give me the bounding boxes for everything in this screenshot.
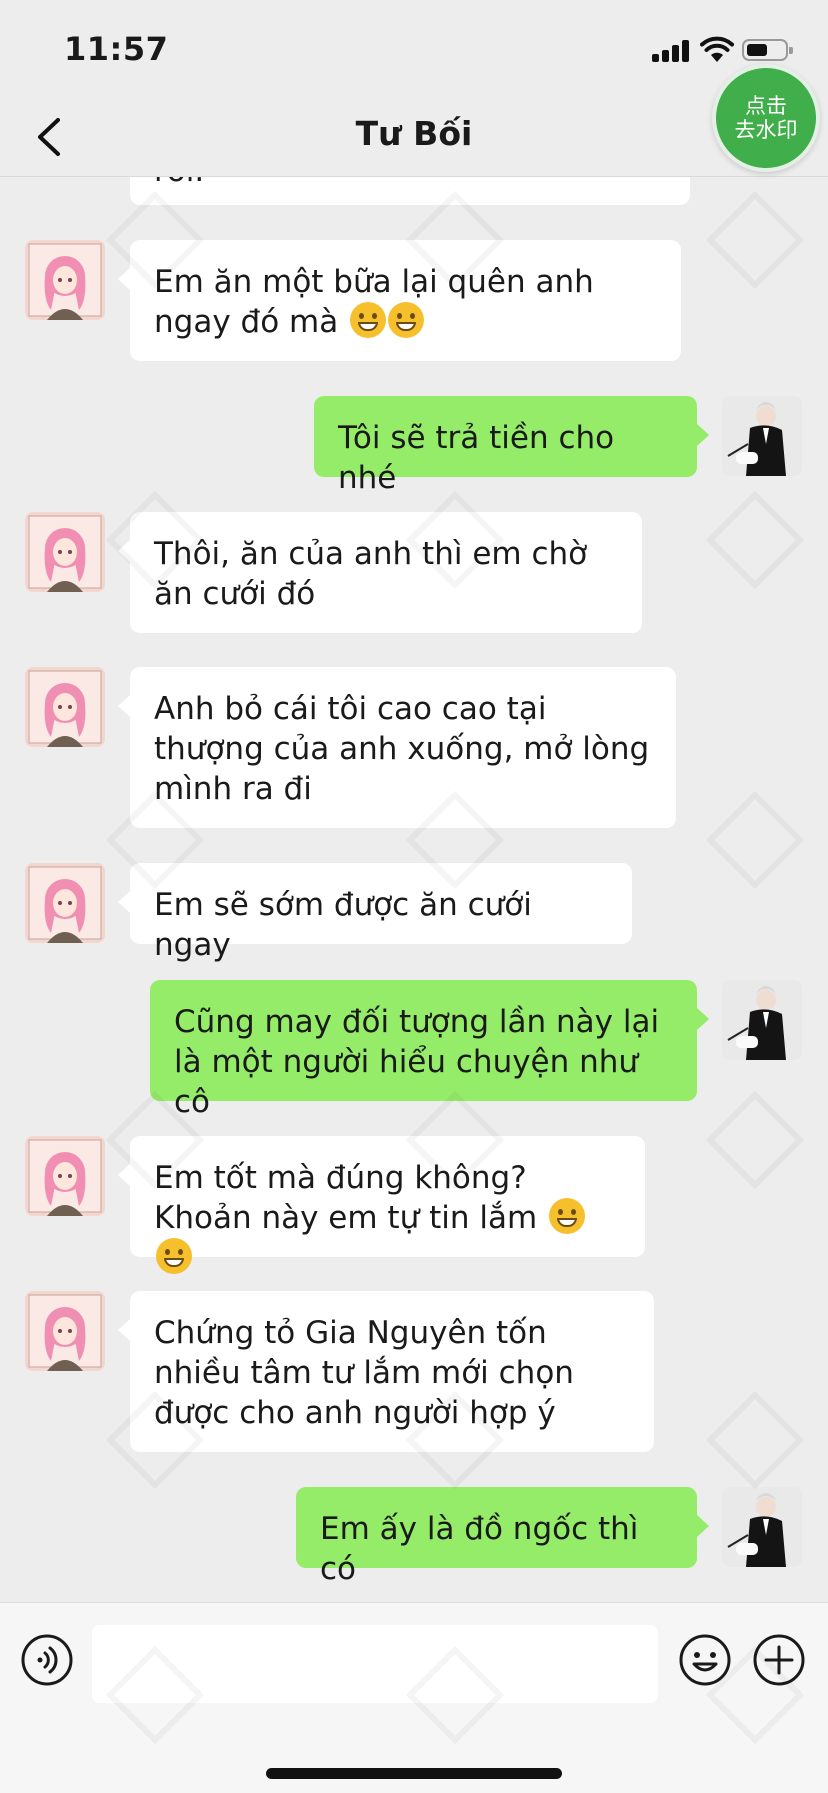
message-list[interactable]: rồi. Em ăn một bữa lại quên anh ngay đó …: [0, 177, 828, 1602]
user-avatar[interactable]: [722, 1487, 802, 1567]
voice-icon[interactable]: [20, 1633, 74, 1687]
contact-avatar[interactable]: [25, 863, 105, 943]
message-bubble-outgoing[interactable]: Em ấy là đồ ngốc thì có: [296, 1487, 709, 1587]
status-bar: 11:57: [0, 0, 828, 100]
message-bubble-incoming[interactable]: rồi.: [130, 177, 690, 205]
message-bubble-incoming[interactable]: Em tốt mà đúng không? Khoản này em tự ti…: [118, 1136, 645, 1274]
user-avatar[interactable]: [722, 396, 802, 476]
message-text: Cũng may đối tượng lần này lại là một ng…: [174, 1004, 660, 1120]
message-text: Anh bỏ cái tôi cao cao tại thượng của an…: [154, 691, 650, 807]
message-text: Tôi sẽ trả tiền cho nhé: [338, 420, 615, 496]
message-text: Chứng tỏ Gia Nguyên tốn nhiều tâm tư lắm…: [154, 1315, 574, 1431]
grinning-emoji-icon: [549, 1198, 585, 1234]
message-bubble-outgoing[interactable]: Tôi sẽ trả tiền cho nhé: [314, 396, 709, 496]
grinning-emoji-icon: [388, 302, 425, 338]
contact-avatar[interactable]: [25, 1291, 105, 1371]
message-bubble-incoming[interactable]: Em sẽ sớm được ăn cưới ngay: [118, 863, 632, 963]
contact-avatar[interactable]: [25, 240, 105, 320]
emoji-icon[interactable]: [678, 1633, 732, 1687]
message-bubble-outgoing[interactable]: Cũng may đối tượng lần này lại là một ng…: [150, 980, 709, 1120]
badge-line-2: 去水印: [734, 118, 798, 142]
message-bubble-incoming[interactable]: Thôi, ăn của anh thì em chờ ăn cưới đó: [118, 512, 642, 633]
message-text: Em sẽ sớm được ăn cưới ngay: [154, 887, 532, 963]
message-text: Em tốt mà đúng không? Khoản này em tự ti…: [154, 1160, 538, 1236]
home-indicator: [266, 1768, 562, 1779]
message-text: Thôi, ăn của anh thì em chờ ăn cưới đó: [154, 536, 588, 612]
badge-line-1: 点击: [745, 94, 787, 118]
message-input[interactable]: [92, 1625, 658, 1703]
status-time: 11:57: [64, 30, 169, 68]
contact-avatar[interactable]: [25, 1136, 105, 1216]
cellular-signal-icon: [652, 40, 692, 62]
plus-icon[interactable]: [752, 1633, 806, 1687]
grinning-emoji-icon: [350, 302, 387, 338]
message-bubble-incoming[interactable]: Em ăn một bữa lại quên anh ngay đó mà: [118, 240, 681, 361]
input-bar: [0, 1602, 828, 1793]
message-bubble-incoming[interactable]: Anh bỏ cái tôi cao cao tại thượng của an…: [118, 667, 676, 828]
contact-avatar[interactable]: [25, 512, 105, 592]
battery-icon: [742, 39, 793, 61]
chat-title: Tư Bối: [355, 114, 473, 153]
message-text: Em ấy là đồ ngốc thì có: [320, 1511, 639, 1587]
grinning-emoji-icon: [156, 1238, 192, 1274]
user-avatar[interactable]: [722, 980, 802, 1060]
message-text: rồi.: [154, 177, 204, 191]
remove-watermark-button[interactable]: 点击 去水印: [712, 64, 820, 172]
contact-avatar[interactable]: [25, 667, 105, 747]
message-bubble-incoming[interactable]: Chứng tỏ Gia Nguyên tốn nhiều tâm tư lắm…: [118, 1291, 654, 1452]
wifi-icon: [700, 36, 734, 62]
chat-header: Tư Bối: [0, 100, 828, 177]
